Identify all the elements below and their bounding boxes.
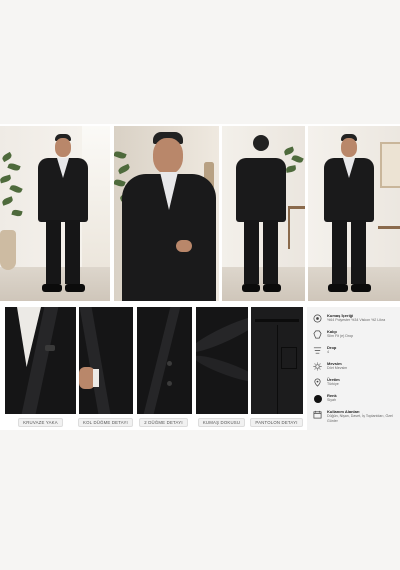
spec-value: Siyah (327, 398, 336, 402)
spec-value: Dört Mevsim (327, 366, 348, 370)
caption-label: 2 DÜĞME DETAYI (139, 418, 188, 427)
season-icon (313, 362, 322, 371)
model-figure-back (234, 132, 288, 298)
detail-photo-fabric-texture (196, 307, 248, 414)
product-photo-front-full (308, 126, 400, 301)
product-photo-front-pockets (0, 126, 110, 301)
caption-label: KUMAŞ DOKUSU (197, 418, 246, 427)
spec-value: Türkiye (327, 382, 339, 386)
caption-label: KRUVAZE YAKA (18, 418, 63, 427)
model-figure (322, 132, 376, 298)
spec-color: Renk Siyah (313, 393, 337, 403)
detail-photo-sleeve-buttons (79, 307, 133, 414)
spec-drop: Drop 4 (313, 345, 336, 355)
spec-origin: Üretim Türkiye (313, 377, 340, 387)
detail-photo-two-buttons (137, 307, 192, 414)
product-photo-closeup (114, 126, 219, 301)
spec-fabric: Kumaş İçeriği %64 Polyester %34 Viskon %2… (313, 313, 385, 323)
model-figure (120, 126, 216, 301)
cut-icon (313, 330, 322, 339)
detail-photo-trousers (251, 307, 303, 414)
detail-photo-lapel (5, 307, 76, 414)
detail-caption: KRUVAZE YAKA (5, 418, 76, 427)
product-specs-panel: Kumaş İçeriği %64 Polyester %34 Viskon %2… (307, 307, 400, 430)
detail-caption: PANTOLON DETAYI (241, 418, 312, 427)
spec-value: 4 (327, 350, 329, 354)
spec-usage: Kullanım Alanları Düğün, Nişan, Davet, İş… (313, 409, 393, 423)
calendar-icon (313, 410, 322, 419)
caption-label: KOL DÜĞME DETAYI (78, 418, 133, 427)
origin-icon (313, 378, 322, 387)
product-photo-back (222, 126, 305, 301)
drop-icon (313, 346, 322, 355)
color-swatch (313, 394, 322, 403)
model-figure (36, 132, 90, 298)
spec-value: %64 Polyester %34 Viskon %2 Likra (327, 318, 386, 322)
caption-label: PANTOLON DETAYI (250, 418, 303, 427)
fabric-icon (313, 314, 322, 323)
spec-value: Düğün, Nişan, Davet, İş Toplantıları, Öz… (327, 414, 393, 423)
spec-cut: Kalıp Slim Fit (e) Drop (313, 329, 353, 339)
spec-season: Mevsim Dört Mevsim (313, 361, 347, 371)
spec-value: Slim Fit (e) Drop (327, 334, 354, 338)
